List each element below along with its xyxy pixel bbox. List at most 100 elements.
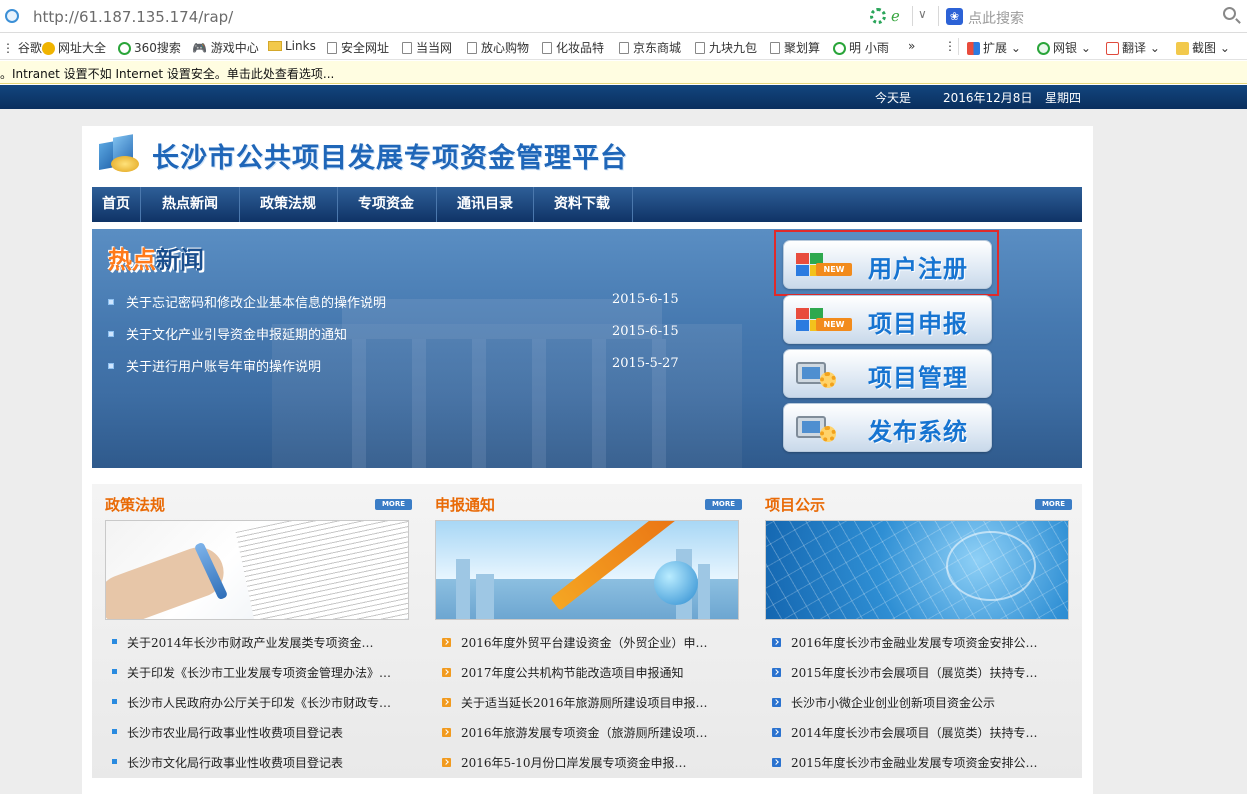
list-item[interactable]: 关于2014年长沙市财政产业发展类专项资金… xyxy=(112,634,374,651)
list-item[interactable]: 2015年度长沙市金融业发展专项资金安排公… xyxy=(772,754,1038,771)
search-input[interactable]: 点此搜索 xyxy=(968,8,1024,28)
news-item[interactable]: 关于文化产业引导资金申报延期的通知 2015-6-15 xyxy=(108,324,708,343)
project-manage-button[interactable]: 项目管理 xyxy=(783,349,992,398)
button-label: 发布系统 xyxy=(868,418,968,446)
bullet-icon xyxy=(108,363,114,369)
bookmark-cosmetics[interactable]: 化妆品特 xyxy=(542,39,604,56)
bookmark-user[interactable]: 明 小雨 xyxy=(833,39,889,56)
info-bar-text[interactable]: 。Intranet 设置不如 Internet 设置安全。单击此处查看选项... xyxy=(0,65,334,82)
bank-icon xyxy=(1037,42,1050,55)
list-item[interactable]: 2016年度外贸平台建设资金（外贸企业）申… xyxy=(442,634,708,651)
project-apply-button[interactable]: NEW 项目申报 xyxy=(783,295,992,344)
nav-policy[interactable]: 政策法规 xyxy=(260,187,316,222)
date-text: 2016年12月8日 xyxy=(943,91,1033,105)
tool-screenshot[interactable]: 截图 ⌄ xyxy=(1176,39,1230,56)
news-item[interactable]: 关于忘记密码和修改企业基本信息的操作说明 2015-6-15 xyxy=(108,292,708,311)
ie-compat-icon[interactable]: ℯ xyxy=(891,7,900,25)
chevron-down-icon: ⌄ xyxy=(1080,41,1091,55)
bookmark-dangdang[interactable]: 当当网 xyxy=(402,39,452,56)
tool-translate[interactable]: 翻译 ⌄ xyxy=(1106,39,1160,56)
list-item[interactable]: 2016年5-10月份口岸发展专项资金申报… xyxy=(442,754,687,771)
new-badge: NEW xyxy=(816,318,852,331)
folder-icon xyxy=(268,41,282,51)
weekday-text: 星期四 xyxy=(1045,91,1082,105)
section-notices: 申报通知 MORE 2016年度外贸平台建设资金（外贸企业）申… 2017年度公… xyxy=(422,484,752,778)
nav-directory[interactable]: 通讯目录 xyxy=(457,187,513,222)
nav-divider xyxy=(533,187,534,222)
intranet-info-bar[interactable]: 。Intranet 设置不如 Internet 设置安全。单击此处查看选项... xyxy=(0,61,1247,84)
nav-special-funds[interactable]: 专项资金 xyxy=(358,187,414,222)
address-bar: http://61.187.135.174/rap/ ℯ ∨ ❀ 点此搜索 xyxy=(0,0,1247,33)
divider xyxy=(912,6,913,26)
bookmark-360search[interactable]: 360搜索 xyxy=(118,39,181,56)
bookmark-safe-sites[interactable]: 安全网址 xyxy=(327,39,389,56)
bookmark-jd[interactable]: 京东商城 xyxy=(619,39,681,56)
section-image xyxy=(765,520,1069,620)
more-button[interactable]: MORE xyxy=(375,499,412,510)
page-icon xyxy=(402,42,412,54)
nav-downloads[interactable]: 资料下载 xyxy=(554,187,610,222)
list-item[interactable]: 长沙市农业局行政事业性收费项目登记表 xyxy=(112,724,343,741)
bookmark-google[interactable]: ⋮ 谷歌 xyxy=(2,39,42,56)
site-logo-icon xyxy=(97,130,141,174)
nav-home[interactable]: 首页 xyxy=(102,187,130,222)
page-icon xyxy=(327,42,337,54)
main-nav: 首页 热点新闻 政策法规 专项资金 通讯目录 资料下载 xyxy=(92,187,1082,222)
list-item[interactable]: 长沙市人民政府办公厅关于印发《长沙市财政专… xyxy=(112,694,391,711)
section-image xyxy=(105,520,409,620)
list-item[interactable]: 长沙市文化局行政事业性收费项目登记表 xyxy=(112,754,343,771)
more-menu-icon[interactable]: ⋮ xyxy=(944,39,956,53)
bookmark-hao123[interactable]: 网址大全 xyxy=(42,39,106,56)
gamepad-icon: 🎮 xyxy=(192,41,207,55)
bookmarks-overflow[interactable]: » xyxy=(908,39,915,53)
section-title: 项目公示 xyxy=(765,496,826,514)
section-policy: 政策法规 MORE 关于2014年长沙市财政产业发展类专项资金… 关于印发《长沙… xyxy=(92,484,422,778)
list-item[interactable]: 2016年旅游发展专项资金（旅游厕所建设项… xyxy=(442,724,708,741)
nav-hot-news[interactable]: 热点新闻 xyxy=(162,187,218,222)
list-item[interactable]: 2014年度长沙市会展项目（展览类）扶持专… xyxy=(772,724,1038,741)
arrow-right-icon xyxy=(442,728,451,737)
news-title[interactable]: 关于进行用户账号年审的操作说明 xyxy=(126,360,321,375)
publish-system-button[interactable]: 发布系统 xyxy=(783,403,992,452)
bookmark-games[interactable]: 🎮 游戏中心 xyxy=(192,39,259,56)
bullet-icon xyxy=(112,699,117,704)
bookmark-juhuasuan[interactable]: 聚划算 xyxy=(770,39,820,56)
tool-extensions[interactable]: 扩展 ⌄ xyxy=(967,39,1021,56)
page-icon xyxy=(467,42,477,54)
arrow-right-icon xyxy=(772,698,781,707)
arrow-right-icon xyxy=(772,758,781,767)
news-title[interactable]: 关于忘记密码和修改企业基本信息的操作说明 xyxy=(126,296,386,311)
list-item[interactable]: 关于适当延长2016年旅游厕所建设项目申报… xyxy=(442,694,708,711)
list-item[interactable]: 2015年度长沙市会展项目（展览类）扶持专… xyxy=(772,664,1038,681)
baidu-paw-icon[interactable]: ❀ xyxy=(946,8,963,25)
more-button[interactable]: MORE xyxy=(705,499,742,510)
news-item[interactable]: 关于进行用户账号年审的操作说明 2015-5-27 xyxy=(108,356,708,375)
list-item[interactable]: 长沙市小微企业创业创新项目资金公示 xyxy=(772,694,995,711)
favorites-bar: ⋮ 谷歌 网址大全 360搜索 🎮 游戏中心 Links 安全网址 当当网 放心… xyxy=(0,33,1247,60)
arrow-right-icon xyxy=(442,668,451,677)
url-field[interactable]: http://61.187.135.174/rap/ xyxy=(33,8,233,26)
bullet-icon xyxy=(112,639,117,644)
news-date: 2015-5-27 xyxy=(612,356,679,371)
search-icon[interactable] xyxy=(1223,7,1236,20)
bookmark-links[interactable]: Links xyxy=(268,39,316,53)
bookmark-shopping[interactable]: 放心购物 xyxy=(467,39,529,56)
nav-divider xyxy=(632,187,633,222)
list-item[interactable]: 2016年度长沙市金融业发展专项资金安排公… xyxy=(772,634,1038,651)
bookmark-jiukuai[interactable]: 九块九包 xyxy=(695,39,757,56)
date-bar: 今天是 2016年12月8日 星期四 xyxy=(0,85,1247,109)
news-date: 2015-6-15 xyxy=(612,324,679,339)
news-date: 2015-6-15 xyxy=(612,292,679,307)
nav-divider xyxy=(239,187,240,222)
list-item[interactable]: 2017年度公共机构节能改造项目申报通知 xyxy=(442,664,684,681)
news-title[interactable]: 关于文化产业引导资金申报延期的通知 xyxy=(126,328,347,343)
gear-icon xyxy=(820,426,836,442)
tool-bank[interactable]: 网银 ⌄ xyxy=(1037,39,1091,56)
more-button[interactable]: MORE xyxy=(1035,499,1072,510)
security-check-icon[interactable] xyxy=(870,8,886,24)
arrow-right-icon xyxy=(772,728,781,737)
arrow-right-icon xyxy=(442,698,451,707)
list-item[interactable]: 关于印发《长沙市工业发展专项资金管理办法》… xyxy=(112,664,391,681)
chevron-down-icon[interactable]: ∨ xyxy=(918,7,927,21)
bullet-icon xyxy=(112,729,117,734)
